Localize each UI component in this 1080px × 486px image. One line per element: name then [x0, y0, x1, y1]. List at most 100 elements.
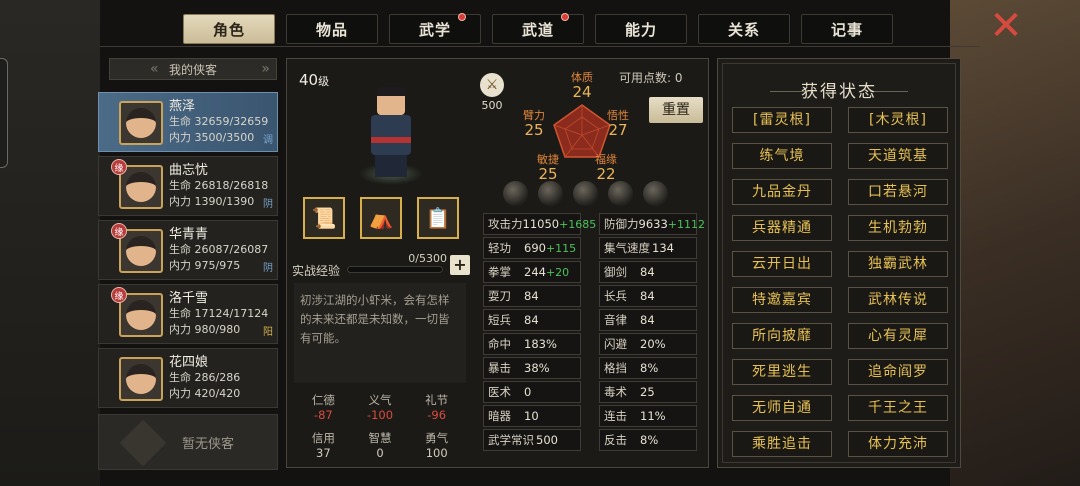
tab-bar: 角色 物品 武学 武道 能力 关系 记事 — [183, 13, 893, 44]
character-mp: 内力 420/420 — [169, 387, 241, 400]
tab-abilities[interactable]: 能力 — [595, 14, 687, 44]
character-sprite — [359, 87, 423, 187]
side-drawer-handle[interactable] — [0, 58, 8, 168]
tab-label: 武道 — [521, 20, 554, 39]
stat-value: 11% — [640, 409, 666, 423]
stat-value: 11050 — [522, 217, 560, 231]
tab-label: 能力 — [624, 20, 657, 39]
status-item[interactable]: 武林传说 — [848, 287, 948, 313]
status-item[interactable]: 无师自通 — [732, 395, 832, 421]
add-exp-button[interactable]: + — [450, 255, 470, 275]
character-card[interactable]: 花四娘 生命 286/286 内力 420/420 — [98, 348, 278, 408]
tab-journal[interactable]: 记事 — [801, 14, 893, 44]
stat-row: 格挡 8% — [599, 357, 697, 379]
character-name: 曲忘忧 — [169, 163, 209, 178]
equip-slot-accessory[interactable]: 📋 — [417, 197, 459, 239]
character-card[interactable]: 燕泽 生命 32659/32659 内力 3500/3500 调 — [98, 92, 278, 152]
character-hp: 生命 26818/26818 — [169, 179, 269, 192]
status-item[interactable]: 口若悬河 — [848, 179, 948, 205]
orb-slot[interactable] — [538, 181, 563, 206]
stat-label: 格挡 — [604, 361, 627, 375]
status-item[interactable]: 天道筑基 — [848, 143, 948, 169]
tab-character[interactable]: 角色 — [183, 14, 275, 44]
character-card[interactable]: 缘 曲忘忧 生命 26818/26818 内力 1390/1390 阴 — [98, 156, 278, 216]
stat-label: 攻击力 — [488, 217, 523, 231]
virtue-grid: 仁德 -87 义气 -100 礼节 -96 信用 37 智慧 0 勇气 100 — [295, 389, 465, 465]
orb-slot[interactable] — [573, 181, 598, 206]
close-icon[interactable]: ✕ — [988, 6, 1024, 46]
stat-label: 命中 — [488, 337, 511, 351]
stat-label: 集气速度 — [604, 241, 650, 255]
stat-bonus: +1685 — [559, 217, 597, 231]
stats-grid: 攻击力 11050 +1685 防御力 9633 +1112 轻功 690 +115 集气速度 13… — [483, 213, 705, 451]
bond-tag: 缘 — [111, 287, 127, 303]
stat-label: 轻功 — [488, 241, 511, 255]
double-chevron-left-icon: « — [150, 61, 159, 77]
character-card[interactable]: 缘 华青青 生命 26087/26087 内力 975/975 阴 — [98, 220, 278, 280]
virtue-item: 智慧 0 — [368, 431, 392, 460]
stat-label: 御剑 — [604, 265, 627, 279]
list-header: « 我的侠客 » — [109, 58, 277, 80]
status-item[interactable]: 死里逃生 — [732, 359, 832, 385]
character-card[interactable]: 缘 洛千雪 生命 17124/17124 内力 980/980 阳 — [98, 284, 278, 344]
stat-label: 音律 — [604, 313, 627, 327]
awaken-indicator[interactable]: ⚔ 500 — [477, 73, 507, 112]
equip-slot-armor[interactable]: ⛺ — [360, 197, 402, 239]
status-item[interactable]: 特邀嘉宾 — [732, 287, 832, 313]
stat-row: 短兵 84 — [483, 309, 581, 331]
stat-value: 20% — [640, 337, 666, 351]
stat-label: 暴击 — [488, 361, 511, 375]
attribute-item: 体质 24 — [571, 71, 593, 101]
empty-slot-label: 暂无侠客 — [181, 436, 234, 452]
list-title: 我的侠客 — [168, 62, 217, 77]
status-item[interactable]: 兵器精通 — [732, 215, 832, 241]
tab-items[interactable]: 物品 — [286, 14, 378, 44]
character-hp: 生命 17124/17124 — [169, 307, 269, 320]
status-item[interactable]: 千王之王 — [848, 395, 948, 421]
status-item[interactable]: [雷灵根] — [732, 107, 832, 133]
stat-value: 8% — [640, 361, 659, 375]
stat-row: 武学常识 500 — [483, 429, 581, 451]
virtue-item: 礼节 -96 — [425, 393, 449, 422]
tab-martial-arts[interactable]: 武学 — [389, 13, 481, 44]
stat-value: 244 — [524, 265, 546, 279]
stat-label: 闪避 — [604, 337, 627, 351]
tab-martial-way[interactable]: 武道 — [492, 13, 584, 44]
stat-row: 暗器 10 — [483, 405, 581, 427]
status-item[interactable]: 云开日出 — [732, 251, 832, 277]
status-item[interactable]: 心有灵犀 — [848, 323, 948, 349]
tab-relations[interactable]: 关系 — [698, 14, 790, 44]
character-mp: 内力 975/975 — [169, 259, 241, 272]
orb-slot[interactable] — [503, 181, 528, 206]
character-name: 花四娘 — [169, 355, 209, 370]
status-item[interactable]: 独霸武林 — [848, 251, 948, 277]
avatar — [119, 293, 163, 337]
bond-tag: 缘 — [111, 223, 127, 239]
orb-slot[interactable] — [608, 181, 633, 206]
talisman-icon: 📋 — [425, 206, 451, 230]
virtue-item: 仁德 -87 — [311, 393, 335, 422]
status-item[interactable]: 追命阎罗 — [848, 359, 948, 385]
status-item[interactable]: 生机勃勃 — [848, 215, 948, 241]
character-name: 华青青 — [169, 227, 209, 242]
reset-button[interactable]: 重置 — [649, 97, 703, 123]
stat-label: 短兵 — [488, 313, 511, 327]
status-item[interactable]: [木灵根] — [848, 107, 948, 133]
equip-slot-weapon[interactable]: 📜 — [303, 197, 345, 239]
orb-slot[interactable] — [643, 181, 668, 206]
attribute-item: 敏捷 25 — [537, 153, 559, 183]
status-item[interactable]: 练气境 — [732, 143, 832, 169]
status-item[interactable]: 所向披靡 — [732, 323, 832, 349]
character-badge: 阴 — [263, 263, 273, 274]
tab-label: 关系 — [727, 20, 760, 39]
status-item[interactable]: 九品金丹 — [732, 179, 832, 205]
status-item[interactable]: 体力充沛 — [848, 431, 948, 457]
stat-row: 集气速度 134 — [599, 237, 697, 259]
stat-label: 长兵 — [604, 289, 627, 303]
attribute-item: 福缘 22 — [595, 153, 617, 183]
tab-label: 角色 — [212, 20, 245, 39]
stat-row: 命中 183% — [483, 333, 581, 355]
stat-value: 8% — [640, 433, 659, 447]
character-mp: 内力 1390/1390 — [169, 195, 255, 208]
status-item[interactable]: 乘胜追击 — [732, 431, 832, 457]
